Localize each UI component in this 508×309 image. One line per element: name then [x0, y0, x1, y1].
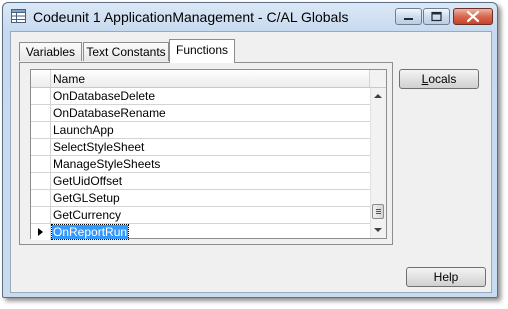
locals-button[interactable]: Locals [399, 69, 479, 89]
row-selector[interactable] [31, 224, 51, 240]
column-header-name[interactable]: Name [53, 72, 85, 86]
maximize-button[interactable] [423, 8, 450, 25]
table-row-selected[interactable]: OnReportRun [31, 224, 370, 241]
row-selector[interactable] [31, 156, 51, 172]
maximize-icon [431, 11, 442, 22]
close-icon [466, 10, 480, 23]
function-name: GetUidOffset [53, 174, 123, 188]
functions-tab-panel: Name OnDatabaseDelete OnDatabaseRename L… [19, 62, 393, 245]
row-selector[interactable] [31, 88, 51, 104]
table-row[interactable]: OnDatabaseDelete [31, 88, 370, 105]
grip-line [376, 209, 381, 210]
function-name: OnDatabaseRename [53, 106, 166, 120]
scroll-up-icon[interactable] [374, 94, 382, 98]
tab-functions[interactable]: Functions [169, 39, 235, 63]
window-title: Codeunit 1 ApplicationManagement - C/AL … [33, 9, 349, 25]
table-icon [11, 9, 26, 23]
minimize-button[interactable] [395, 8, 422, 25]
function-name-input[interactable]: OnReportRun [50, 224, 130, 240]
function-name: SelectStyleSheet [53, 140, 145, 154]
dialog-client-area: Variables Text Constants Functions Name … [10, 31, 492, 293]
function-name: GetGLSetup [53, 191, 120, 205]
function-name: GetCurrency [53, 208, 122, 222]
table-row[interactable]: GetCurrency [31, 207, 370, 224]
table-row[interactable]: GetGLSetup [31, 190, 370, 207]
table-row[interactable]: OnDatabaseRename [31, 105, 370, 122]
scroll-thumb[interactable] [372, 204, 384, 219]
tab-variables[interactable]: Variables [19, 42, 82, 61]
help-button[interactable]: Help [406, 267, 486, 287]
table-row[interactable]: GetUidOffset [31, 173, 370, 190]
table-row[interactable]: LaunchApp [31, 122, 370, 139]
current-row-pointer-icon [38, 228, 43, 236]
row-selector[interactable] [31, 190, 51, 206]
tab-text-constants[interactable]: Text Constants [83, 42, 169, 61]
grid-header: Name [31, 70, 386, 88]
minimize-icon [404, 18, 413, 20]
function-name: LaunchApp [53, 123, 114, 137]
vertical-scrollbar[interactable] [370, 88, 386, 238]
scroll-down-icon[interactable] [374, 228, 382, 232]
row-selector[interactable] [31, 139, 51, 155]
row-selector[interactable] [31, 173, 51, 189]
c-al-globals-window: Codeunit 1 ApplicationManagement - C/AL … [2, 2, 498, 298]
grip-line [376, 213, 381, 214]
functions-grid: Name OnDatabaseDelete OnDatabaseRename L… [30, 69, 387, 241]
row-selector[interactable] [31, 122, 51, 138]
locals-label: ocals [428, 72, 457, 86]
close-button[interactable] [453, 8, 493, 25]
grip-line [376, 211, 381, 212]
header-scroll-corner [369, 70, 386, 87]
title-bar[interactable]: Codeunit 1 ApplicationManagement - C/AL … [3, 3, 497, 31]
function-name: OnDatabaseDelete [53, 89, 156, 103]
row-selector[interactable] [31, 207, 51, 223]
table-row[interactable]: SelectStyleSheet [31, 139, 370, 156]
header-corner [31, 70, 51, 87]
function-name: ManageStyleSheets [53, 157, 161, 171]
table-row[interactable]: ManageStyleSheets [31, 156, 370, 173]
row-selector[interactable] [31, 105, 51, 121]
